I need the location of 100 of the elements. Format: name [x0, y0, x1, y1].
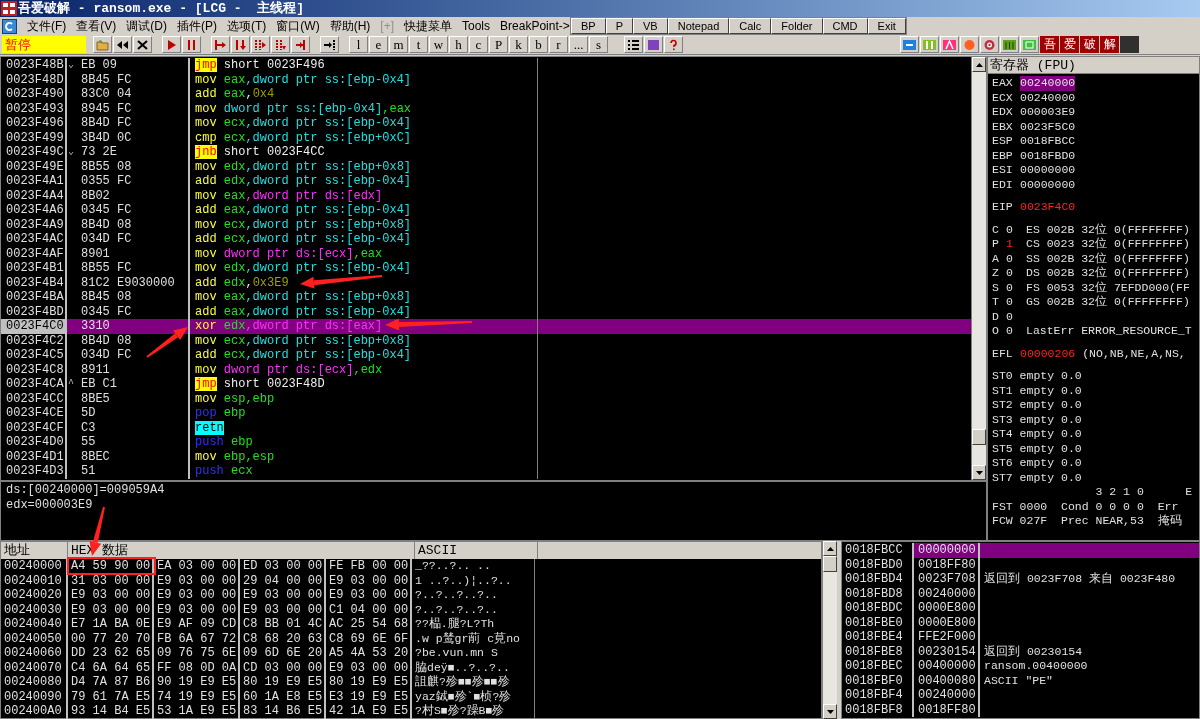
address-cell: 00240000: [1, 559, 68, 574]
toolbar-button[interactable]: ...: [569, 36, 588, 53]
register-name: EBP: [992, 148, 1014, 163]
hex-cell: C8 69 6E 6F: [326, 631, 412, 646]
quick-launch-button[interactable]: CMD: [822, 18, 868, 34]
quick-launch-button[interactable]: BP: [571, 18, 606, 34]
run-to-return-icon[interactable]: [291, 36, 310, 53]
menu-item[interactable]: Tools: [462, 17, 491, 35]
grid-icon[interactable]: [1020, 36, 1039, 53]
step-into-icon[interactable]: [211, 36, 230, 53]
ascii-cell: ?..?..?..?..: [412, 588, 535, 603]
ascii-cell: ?..?..?..?..: [412, 602, 535, 617]
disassembly-row[interactable]: 0023F4CF C3 retn: [1, 420, 971, 435]
disassembly-row[interactable]: 0023F4CA ^ EB C1 jmp short 0023F48D: [1, 377, 971, 392]
hex-cell: E7 1A BA 0E: [68, 617, 154, 632]
record-icon[interactable]: [960, 36, 979, 53]
quick-launch-button[interactable]: Exit: [867, 18, 906, 34]
flags-summary: (NO,NB,NE,A,NS,: [1081, 346, 1186, 361]
disassembly-row[interactable]: 0023F48B ⌄ EB 09 jmp short 0023F496: [1, 58, 971, 73]
toolbar-button[interactable]: w: [429, 36, 448, 53]
play-icon[interactable]: [162, 36, 181, 53]
toolbar-button[interactable]: k: [509, 36, 528, 53]
c-logo-icon[interactable]: [2, 18, 17, 34]
opcode-cell: 73 2E: [77, 145, 190, 160]
register-name: ESI: [992, 163, 1014, 178]
disassembly-row[interactable]: 0023F49C ⌄ 73 2E jnb short 0023F4CC: [1, 145, 971, 160]
fpu-status-line: FCW 027F Prec NEAR,53 掩码: [992, 514, 1183, 529]
disassembly-row[interactable]: 0023F4A6 0345 FC add eax,dword ptr ss:[ebp-0x4]: [1, 203, 971, 218]
menu-item[interactable]: 查看(V): [76, 17, 117, 35]
column-header[interactable]: 地址: [1, 542, 68, 559]
instruction-cell: jmp short 0023F496: [190, 58, 538, 73]
menu-item[interactable]: 文件(F): [27, 17, 67, 35]
menu-item[interactable]: 帮助(H): [329, 17, 371, 35]
quick-launch-button[interactable]: VB: [633, 18, 668, 34]
disassembly-row[interactable]: 0023F490 83C0 04 add eax,0x4: [1, 87, 971, 102]
help-icon[interactable]: [664, 36, 683, 53]
jump-mark: ^: [68, 378, 74, 389]
toolbar-button[interactable]: r: [549, 36, 568, 53]
disassembly-row[interactable]: 0023F4A1 0355 FC add edx,dword ptr ss:[ebp-0x4]: [1, 174, 971, 189]
disassembly-row[interactable]: 0023F4D3 51 push ecx: [1, 464, 971, 479]
close-icon[interactable]: [133, 36, 152, 53]
menu-item[interactable]: 插件(P): [177, 17, 217, 35]
up-arrow-icon[interactable]: [975, 62, 983, 67]
flag-value: 0: [1006, 324, 1014, 339]
toolbar-button[interactable]: c: [469, 36, 488, 53]
address-cell: 0018FBD8: [842, 586, 914, 601]
column-header[interactable]: ASCII: [415, 542, 538, 559]
bars-icon[interactable]: [1000, 36, 1019, 53]
toolbar-button[interactable]: P: [489, 36, 508, 53]
fpu-register: ST2 empty 0.0: [992, 398, 1083, 413]
hex-cell: 80 19 E9 E5: [240, 675, 326, 690]
rewind-icon[interactable]: [113, 36, 132, 53]
toolbar-button[interactable]: b: [529, 36, 548, 53]
goto-icon[interactable]: [320, 36, 339, 53]
menu-item[interactable]: BreakPoint->: [500, 17, 570, 35]
logo-button[interactable]: 吾: [1040, 36, 1059, 53]
toolbar-button[interactable]: m: [389, 36, 408, 53]
hex-cell: 09 76 75 6E: [154, 646, 240, 661]
scroll-thumb[interactable]: [823, 556, 837, 572]
toolbar-button[interactable]: t: [409, 36, 428, 53]
flag-name: C: [992, 222, 1000, 237]
disassembly-row[interactable]: 0023F4AC 034D FC add ecx,dword ptr ss:[ebp-0x4]: [1, 232, 971, 247]
disassembly-row[interactable]: 0023F496 8B4D FC mov ecx,dword ptr ss:[ebp-0x4]: [1, 116, 971, 131]
flag-name: Z: [992, 266, 1000, 281]
address-cell: 0023F4C0: [1, 319, 67, 334]
menu-item[interactable]: 调试(D): [126, 17, 167, 35]
folder-icon[interactable]: [93, 36, 112, 53]
toolbar-button[interactable]: s: [589, 36, 608, 53]
logo-button[interactable]: 解: [1100, 36, 1119, 53]
toolbar-button[interactable]: h: [449, 36, 468, 53]
scroll-thumb[interactable]: [972, 429, 986, 445]
register-value: 0023F4C0: [1020, 200, 1076, 215]
list-icon[interactable]: [624, 36, 643, 53]
ascii-cell: ?村S■殄?躁B■殄: [412, 704, 535, 719]
step-over-icon[interactable]: [231, 36, 250, 53]
quick-launch-button[interactable]: Folder: [771, 18, 823, 34]
animate-over-icon[interactable]: [271, 36, 290, 53]
hex-cell: 79 61 7A E5: [68, 689, 154, 704]
down-arrow-icon[interactable]: [826, 709, 834, 714]
toolbar-button[interactable]: e: [369, 36, 388, 53]
disassembly-row[interactable]: 0023F4C0 3310 xor edx,dword ptr ds:[eax]: [1, 319, 971, 334]
logo-button[interactable]: 爱: [1060, 36, 1079, 53]
menu-item[interactable]: 选项(T): [227, 17, 267, 35]
disassembly-row[interactable]: 0023F4D0 55 push ebp: [1, 435, 971, 450]
quick-launch-button[interactable]: P: [605, 18, 634, 34]
animate-into-icon[interactable]: [251, 36, 270, 53]
up-arrow-icon[interactable]: [826, 546, 834, 551]
toolbar-button[interactable]: l: [349, 36, 368, 53]
menu-item[interactable]: 窗口(W): [276, 17, 320, 35]
hex-cell: E9 03 00 00: [154, 573, 240, 588]
quick-launch-button[interactable]: Notepad: [667, 18, 730, 34]
down-arrow-icon[interactable]: [975, 470, 983, 475]
disassembly-row[interactable]: 0023F4BA 8B45 08 mov eax,dword ptr ss:[ebp+0x8]: [1, 290, 971, 305]
logo-button[interactable]: 破: [1080, 36, 1099, 53]
quick-launch-button[interactable]: Calc: [729, 18, 772, 34]
pause-icon[interactable]: [182, 36, 201, 53]
hex-cell: 60 1A E8 E5: [240, 689, 326, 704]
target-icon[interactable]: [980, 36, 999, 53]
address-cell: 00240090: [1, 689, 68, 704]
menu-item[interactable]: 快捷菜单: [404, 17, 452, 35]
